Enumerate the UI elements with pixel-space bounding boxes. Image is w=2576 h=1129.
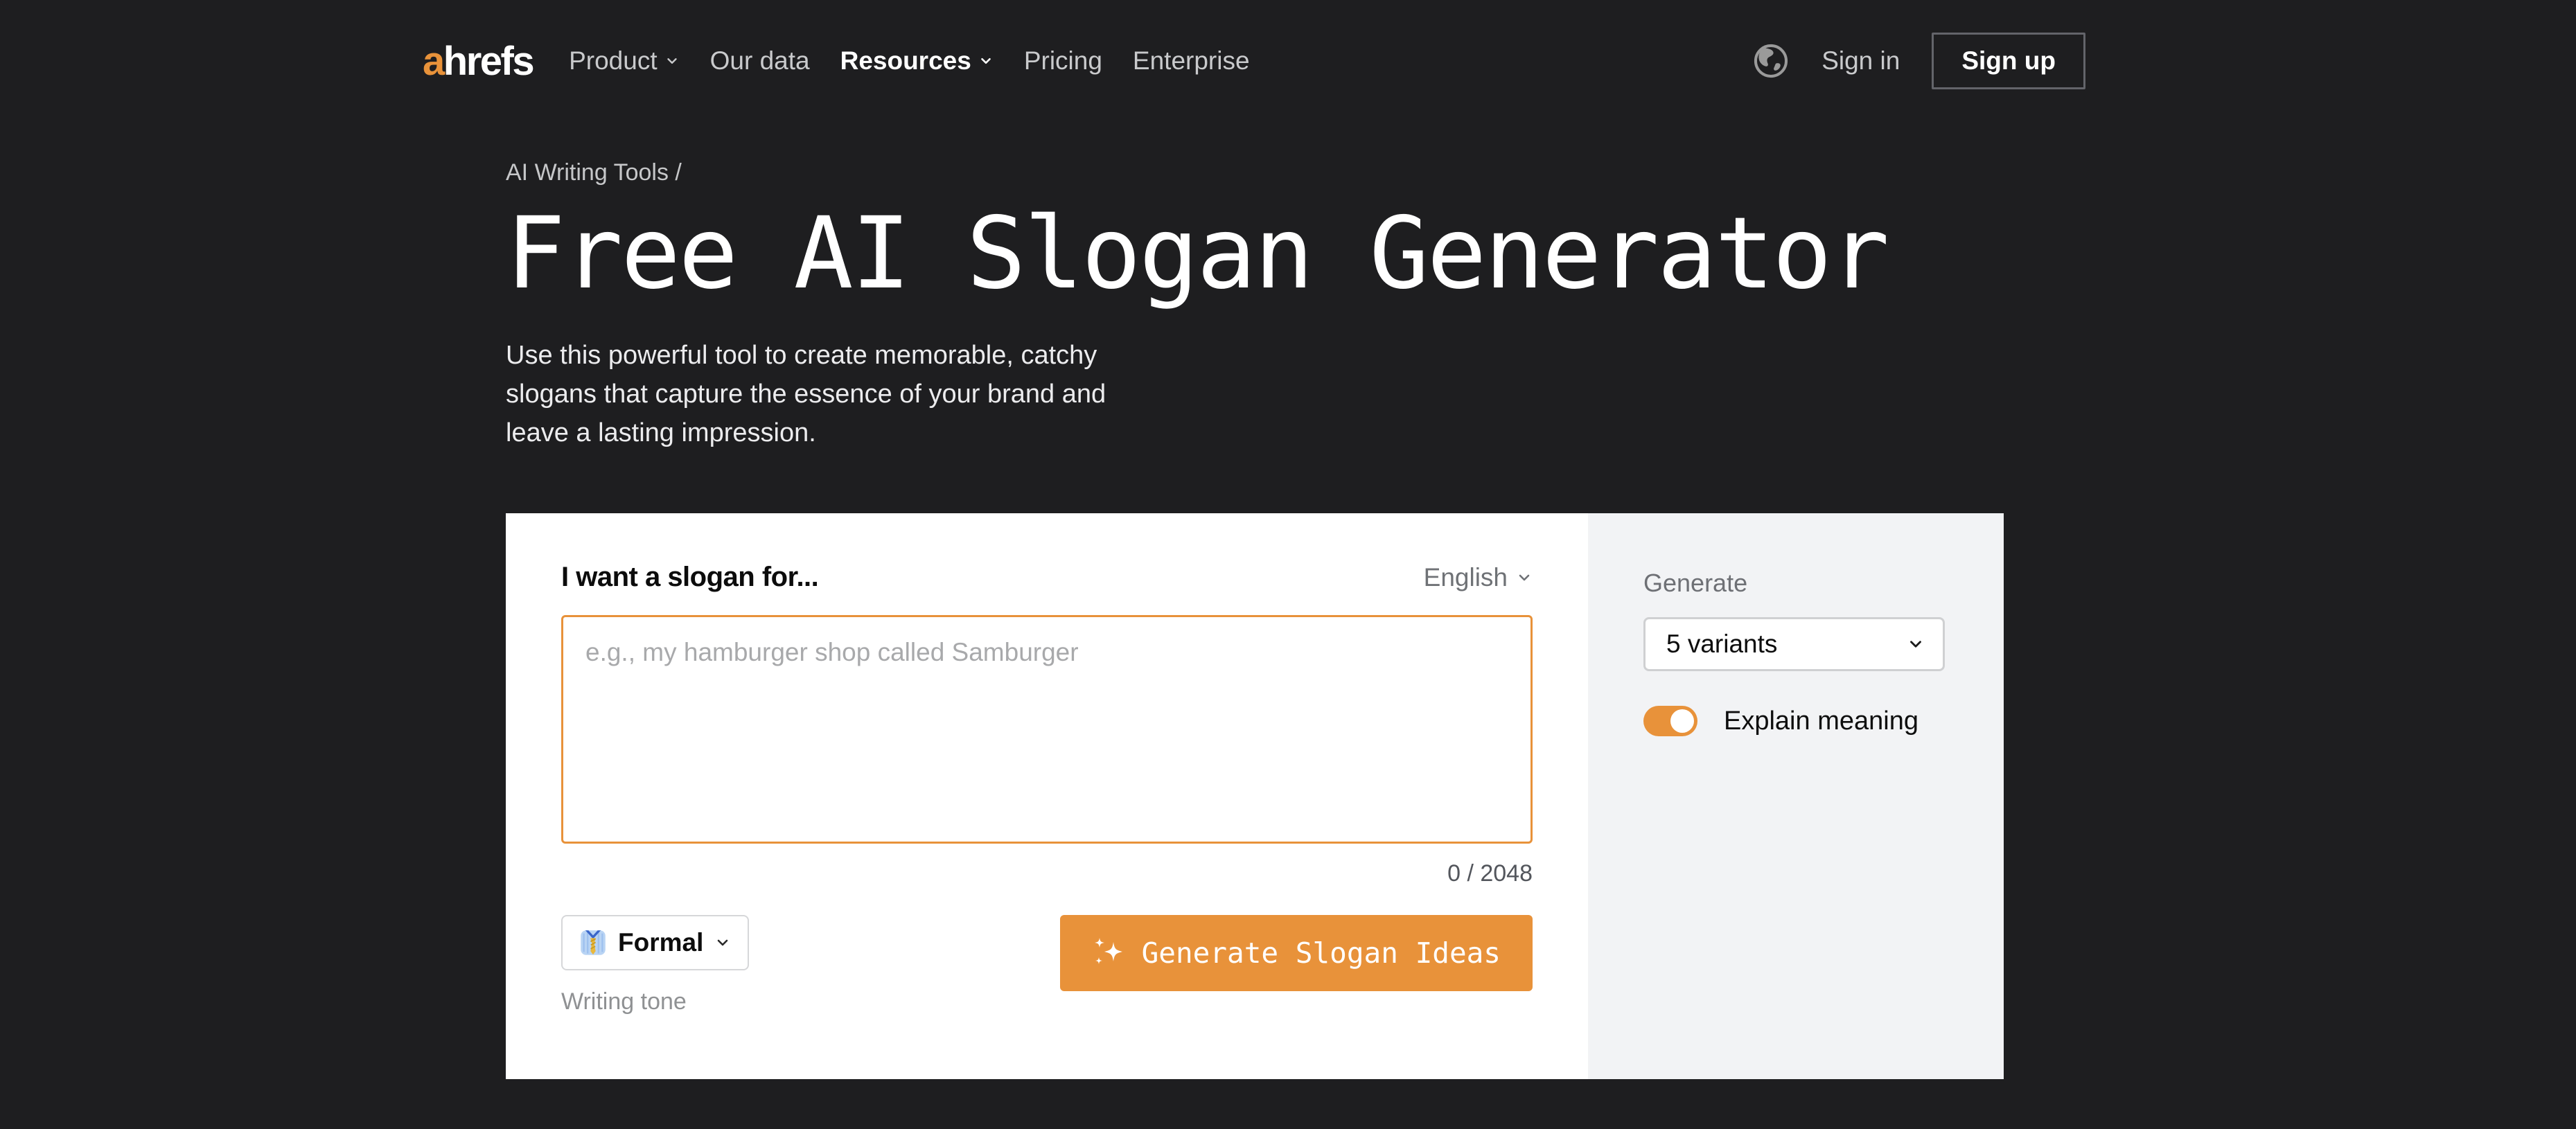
explain-meaning-toggle[interactable] xyxy=(1643,706,1697,736)
nav-item-product[interactable]: Product xyxy=(569,46,680,75)
sign-up-button[interactable]: Sign up xyxy=(1932,33,2085,89)
logo-accent: a xyxy=(423,38,443,85)
page-description: Use this powerful tool to create memorab… xyxy=(506,336,1140,452)
tone-caption: Writing tone xyxy=(561,988,749,1015)
options-panel: Generate 5 variants Explain meaning xyxy=(1588,513,2004,1079)
main-content: AI Writing Tools / Free AI Slogan Genera… xyxy=(0,122,2576,1079)
explain-meaning-row: Explain meaning xyxy=(1643,706,1945,736)
variants-select[interactable]: 5 variants xyxy=(1643,617,1945,671)
nav-item-resources[interactable]: Resources xyxy=(840,46,994,75)
nav-right-cluster: Sign in Sign up xyxy=(1752,33,2085,89)
generate-options-label: Generate xyxy=(1643,569,1945,598)
necktie-emoji-icon xyxy=(579,929,607,957)
slogan-form: I want a slogan for... English 0 / 2048 xyxy=(506,513,1588,1079)
logo-rest: hrefs xyxy=(443,38,533,85)
nav-item-our-data[interactable]: Our data xyxy=(710,46,810,75)
slogan-input-label: I want a slogan for... xyxy=(561,562,818,593)
chevron-down-icon xyxy=(714,934,731,951)
hero-section: AI Writing Tools / Free AI Slogan Genera… xyxy=(506,122,2030,452)
language-select[interactable]: English xyxy=(1424,563,1533,592)
breadcrumb[interactable]: AI Writing Tools / xyxy=(506,159,682,186)
chevron-down-icon xyxy=(664,53,680,69)
primary-nav: Product Our data Resources Pricing Enter… xyxy=(569,46,1249,75)
chevron-down-icon xyxy=(1516,569,1533,586)
tone-group: Formal Writing tone xyxy=(561,915,749,1015)
nav-item-pricing[interactable]: Pricing xyxy=(1024,46,1102,75)
page-title: Free AI Slogan Generator xyxy=(506,202,2030,305)
writing-tone-select[interactable]: Formal xyxy=(561,915,749,970)
chevron-down-icon xyxy=(978,53,994,69)
toggle-knob xyxy=(1670,709,1694,733)
sparkles-icon xyxy=(1092,936,1125,970)
sign-in-link[interactable]: Sign in xyxy=(1821,46,1900,75)
top-nav: ahrefs Product Our data Resources Pricin… xyxy=(0,0,2576,122)
slogan-description-input[interactable] xyxy=(561,615,1533,844)
slogan-generator-card: I want a slogan for... English 0 / 2048 xyxy=(506,513,2004,1079)
chevron-down-icon xyxy=(1907,635,1925,653)
generate-slogans-button[interactable]: Generate Slogan Ideas xyxy=(1060,915,1533,991)
nav-item-enterprise[interactable]: Enterprise xyxy=(1133,46,1250,75)
ahrefs-logo[interactable]: ahrefs xyxy=(423,38,533,85)
language-globe-icon[interactable] xyxy=(1752,42,1790,80)
character-counter: 0 / 2048 xyxy=(561,860,1533,887)
explain-meaning-label: Explain meaning xyxy=(1724,706,1918,736)
